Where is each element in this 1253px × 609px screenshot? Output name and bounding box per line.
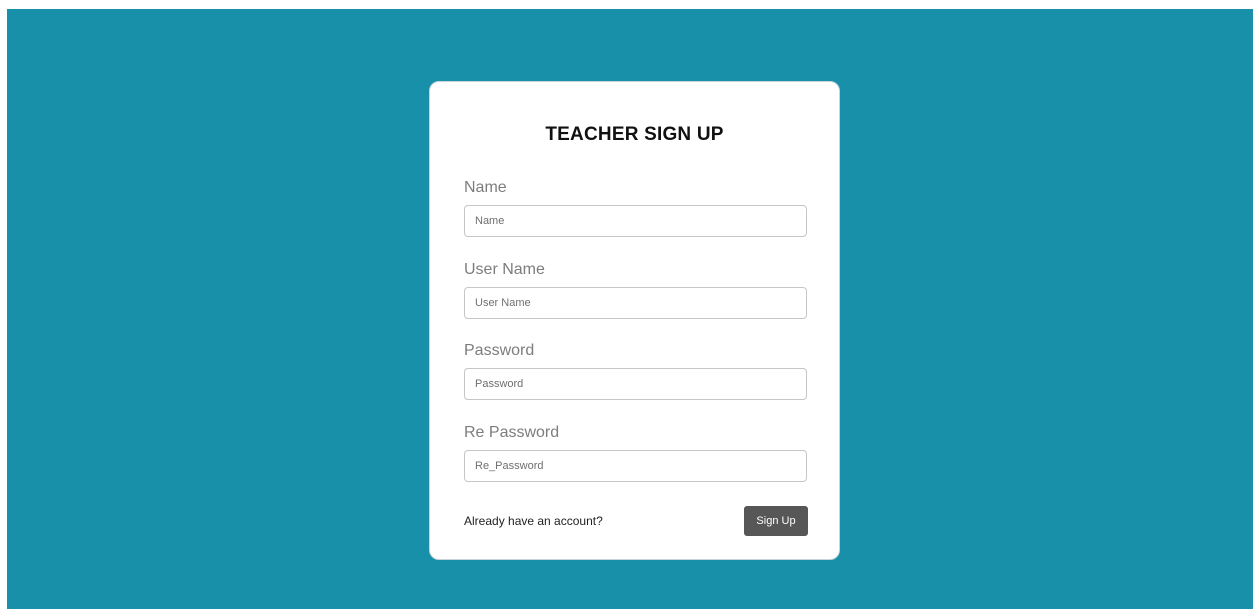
form-title: TEACHER SIGN UP — [545, 124, 724, 145]
password-input[interactable] — [464, 368, 807, 400]
page-background: TEACHER SIGN UP Name User Name Password … — [7, 9, 1253, 609]
username-label: User Name — [464, 261, 545, 278]
login-link[interactable]: Already have an account? — [464, 514, 603, 528]
password-label: Password — [464, 342, 535, 359]
name-input[interactable] — [464, 205, 807, 237]
name-label: Name — [464, 179, 507, 196]
signup-button[interactable]: Sign Up — [744, 506, 808, 536]
repassword-label: Re Password — [464, 424, 560, 441]
signup-card: TEACHER SIGN UP Name User Name Password … — [429, 81, 840, 560]
repassword-input[interactable] — [464, 450, 807, 482]
username-input[interactable] — [464, 287, 807, 319]
